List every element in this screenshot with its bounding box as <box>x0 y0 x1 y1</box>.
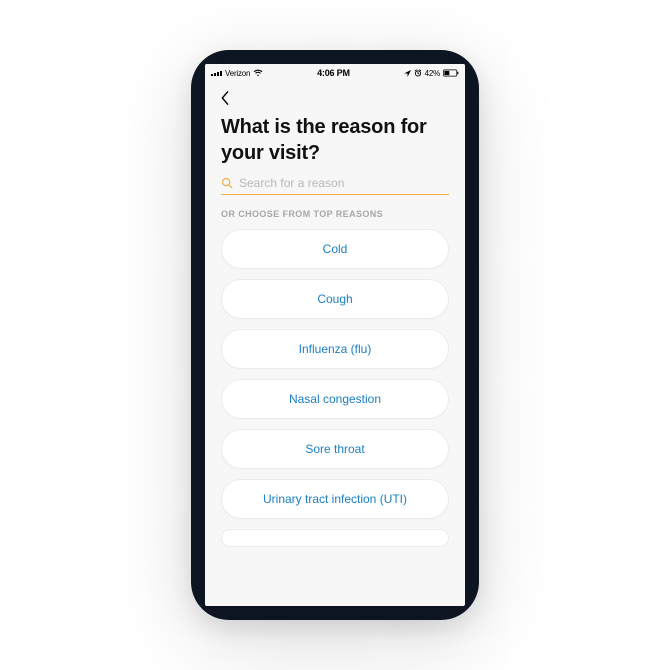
search-row[interactable] <box>221 176 449 195</box>
reason-label: Nasal congestion <box>289 392 381 406</box>
status-time: 4:06 PM <box>317 68 350 78</box>
wifi-icon <box>253 69 263 77</box>
reason-label: Cold <box>323 242 348 256</box>
reason-label: Sore throat <box>305 442 364 456</box>
alarm-icon <box>414 69 422 77</box>
reason-label: Cough <box>317 292 352 306</box>
status-left: Verizon <box>211 69 263 78</box>
status-bar: Verizon 4:06 PM 42% <box>205 64 465 82</box>
section-label: OR CHOOSE FROM TOP REASONS <box>205 209 465 229</box>
battery-icon <box>443 69 459 77</box>
back-button[interactable] <box>215 88 235 111</box>
page-title: What is the reason for your visit? <box>205 111 465 176</box>
search-input[interactable] <box>239 176 449 190</box>
reasons-list: Cold Cough Influenza (flu) Nasal congest… <box>205 229 465 547</box>
carrier-label: Verizon <box>225 69 250 78</box>
signal-icon <box>211 71 222 76</box>
reason-influenza[interactable]: Influenza (flu) <box>221 329 449 369</box>
chevron-left-icon <box>219 90 231 106</box>
reason-item-partial[interactable] <box>221 529 449 547</box>
location-icon <box>404 70 411 77</box>
phone-bezel: Verizon 4:06 PM 42% <box>201 60 469 610</box>
battery-percent: 42% <box>425 69 440 78</box>
status-right: 42% <box>404 69 459 78</box>
reason-sore-throat[interactable]: Sore throat <box>221 429 449 469</box>
phone-frame: Verizon 4:06 PM 42% <box>191 50 479 620</box>
reason-label: Influenza (flu) <box>299 342 372 356</box>
reason-label: Urinary tract infection (UTI) <box>263 492 407 506</box>
reason-cough[interactable]: Cough <box>221 279 449 319</box>
screen: Verizon 4:06 PM 42% <box>205 64 465 606</box>
reason-uti[interactable]: Urinary tract infection (UTI) <box>221 479 449 519</box>
reason-nasal-congestion[interactable]: Nasal congestion <box>221 379 449 419</box>
search-icon <box>221 177 233 189</box>
reason-cold[interactable]: Cold <box>221 229 449 269</box>
header <box>205 82 465 111</box>
